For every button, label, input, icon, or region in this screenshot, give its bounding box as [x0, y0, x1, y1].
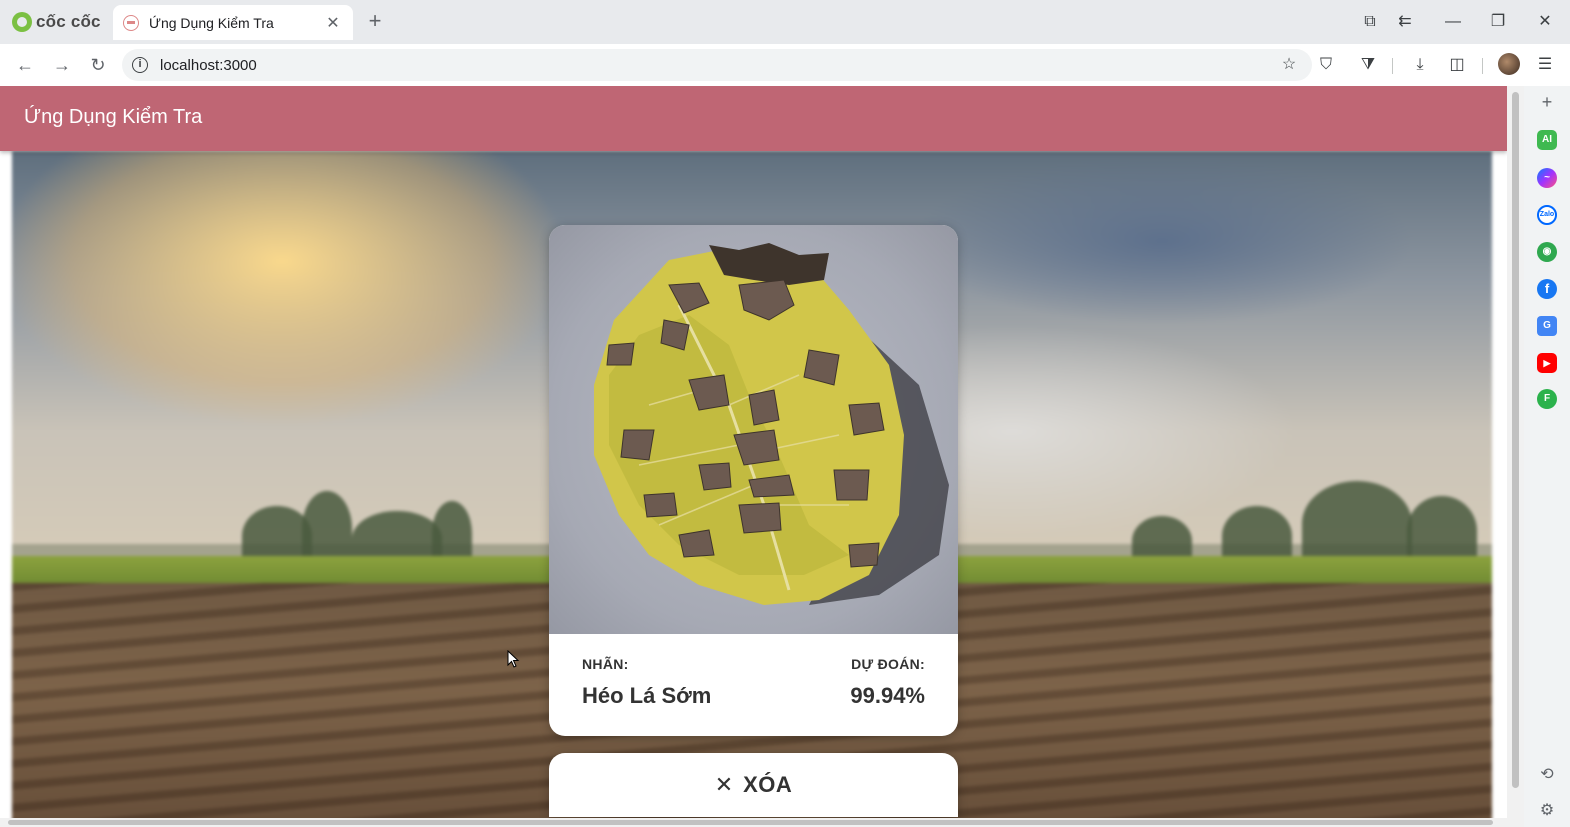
minimize-button[interactable]: —	[1439, 10, 1467, 34]
settings-icon[interactable]: ⚙	[1537, 801, 1557, 821]
url-text[interactable]: localhost:3000	[160, 57, 257, 74]
tab-close-icon[interactable]: ✕	[323, 13, 343, 33]
youtube-icon[interactable]: ▶	[1537, 353, 1557, 373]
history-icon[interactable]: ⟲	[1537, 765, 1557, 785]
tab-favicon-icon	[123, 14, 139, 31]
vertical-scrollbar[interactable]	[1507, 86, 1524, 827]
download-icon[interactable]: ⤓	[1408, 53, 1432, 77]
back-button[interactable]: ←	[13, 53, 37, 77]
horizontal-scroll-thumb[interactable]	[8, 820, 1493, 825]
new-tab-button[interactable]: +	[364, 8, 386, 34]
clear-button[interactable]: ✕ XÓA	[549, 753, 958, 817]
label-heading: NHÃN:	[582, 656, 629, 672]
adblock-shield-icon[interactable]: ⛉	[1314, 53, 1338, 77]
prediction-value: 99.94%	[850, 683, 925, 708]
zalo-icon[interactable]: Zalo	[1537, 205, 1557, 225]
site-info-icon[interactable]: i	[132, 57, 148, 73]
browser-tab-bar: cốc cốc Ứng Dụng Kiểm Tra ✕ + ⧉ ⇇ — ❐ ✕	[0, 0, 1570, 44]
result-card: NHÃN: Héo Lá Sớm DỰ ĐOÁN: 99.94%	[549, 225, 958, 736]
mouse-cursor-icon	[507, 650, 520, 668]
game-icon[interactable]: ◉	[1537, 242, 1557, 262]
restore-button[interactable]: ❐	[1484, 10, 1512, 34]
screen-capture-icon[interactable]: ⧉	[1356, 10, 1384, 34]
app-title: Ứng Dụng Kiểm Tra	[24, 106, 203, 128]
result-info: NHÃN: Héo Lá Sớm DỰ ĐOÁN: 99.94%	[549, 634, 958, 736]
browser-tab-active[interactable]: Ứng Dụng Kiểm Tra ✕	[113, 5, 353, 40]
bookmark-star-icon[interactable]: ☆	[1277, 53, 1301, 77]
toolbar-separator	[1392, 58, 1393, 74]
clear-button-label: XÓA	[743, 772, 793, 797]
messenger-icon[interactable]: ~	[1537, 168, 1557, 188]
browser-sidebar: + AI ~ Zalo ◉ f G ▶ F ⟲ ⚙	[1524, 86, 1570, 827]
facebook-icon[interactable]: f	[1537, 279, 1557, 299]
profile-avatar[interactable]	[1498, 53, 1520, 75]
translate-icon[interactable]: G	[1537, 316, 1557, 336]
browser-brand[interactable]: cốc cốc	[12, 10, 101, 34]
label-value: Héo Lá Sớm	[582, 683, 712, 708]
page-viewport: Ứng Dụng Kiểm Tra NHÃN: Héo Lá Sớm DỰ ĐO…	[0, 86, 1507, 818]
ai-icon[interactable]: AI	[1537, 130, 1557, 150]
tab-search-icon[interactable]: ⇇	[1391, 10, 1419, 34]
vertical-scroll-thumb[interactable]	[1512, 92, 1519, 788]
tab-title: Ứng Dụng Kiểm Tra	[149, 14, 274, 31]
reload-button[interactable]: ↻	[86, 53, 110, 77]
horizontal-scrollbar[interactable]	[0, 818, 1507, 827]
app-header: Ứng Dụng Kiểm Tra	[0, 86, 1507, 151]
coccoc-logo-icon	[12, 12, 32, 32]
forward-button[interactable]: →	[50, 53, 74, 77]
leaf-image	[549, 225, 958, 634]
close-window-button[interactable]: ✕	[1531, 10, 1559, 34]
close-icon: ✕	[714, 772, 734, 797]
extensions-icon[interactable]: ⧩	[1356, 53, 1380, 77]
prediction-heading: DỰ ĐOÁN:	[851, 656, 925, 672]
browser-brand-name: cốc cốc	[36, 12, 101, 31]
browser-toolbar: ← → ↻ i localhost:3000 ☆ ⛉ ⧩ ⤓ ◫ ☰	[0, 44, 1570, 87]
menu-icon[interactable]: ☰	[1533, 53, 1557, 77]
split-view-icon[interactable]: ◫	[1445, 53, 1469, 77]
add-icon[interactable]: +	[1537, 92, 1557, 112]
feedly-icon[interactable]: F	[1537, 389, 1557, 409]
toolbar-separator	[1482, 58, 1483, 74]
address-bar[interactable]: i localhost:3000	[122, 49, 1312, 81]
